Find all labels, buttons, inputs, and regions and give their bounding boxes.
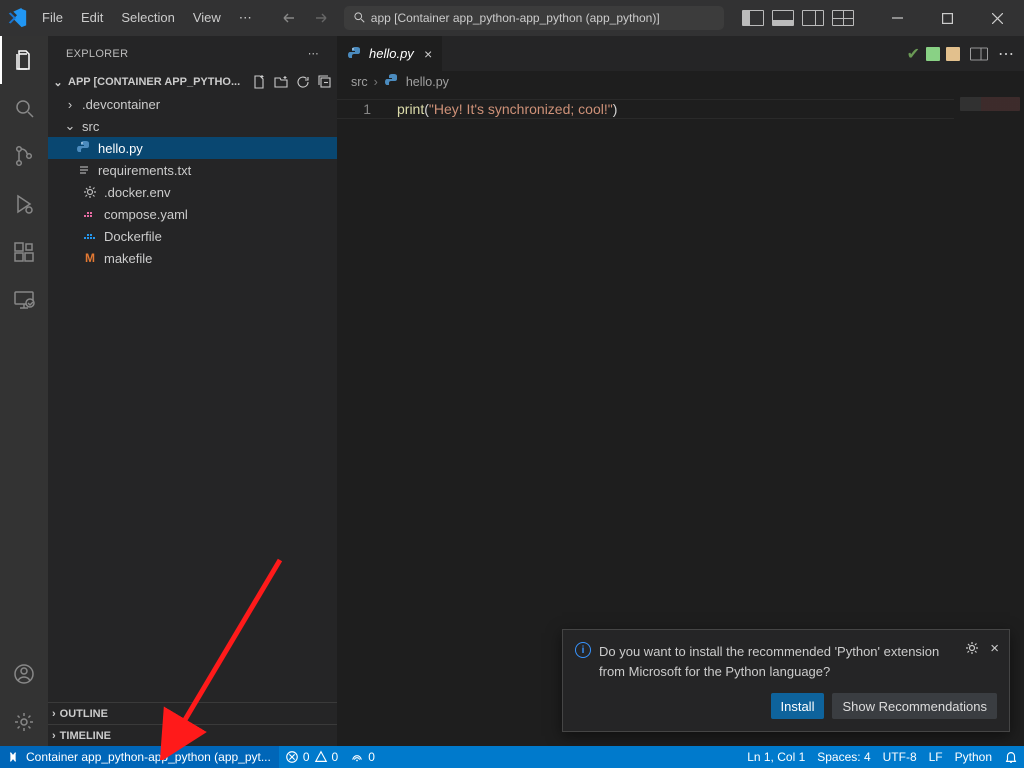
title-bar: File Edit Selection View ⋯ app [Containe… (0, 0, 1024, 36)
vscode-logo-icon (0, 7, 34, 29)
folder-src[interactable]: ⌄ src (48, 115, 337, 137)
status-bar: Container app_python-app_python (app_pyt… (0, 746, 1024, 768)
status-problems[interactable]: 0 0 (279, 746, 344, 768)
text-file-icon (76, 162, 92, 178)
activity-extensions-icon[interactable] (0, 228, 48, 276)
tab-hello-py[interactable]: hello.py × (337, 36, 443, 71)
gear-file-icon (82, 184, 98, 200)
breadcrumbs[interactable]: src › hello.py (337, 71, 1024, 93)
split-editor-icon[interactable] (970, 47, 988, 60)
makefile-icon: M (82, 250, 98, 266)
chevron-right-icon: › (64, 97, 76, 112)
activity-bar (0, 36, 48, 746)
refresh-icon[interactable] (295, 74, 311, 90)
toggle-panel-bottom-icon[interactable] (772, 10, 794, 26)
minimap[interactable] (960, 97, 1020, 111)
install-button[interactable]: Install (771, 693, 825, 719)
chevron-down-icon: ⌄ (52, 76, 64, 89)
notification-toast: × i Do you want to install the recommend… (562, 629, 1010, 732)
tab-label: hello.py (369, 46, 414, 61)
status-language[interactable]: Python (949, 746, 998, 768)
activity-run-icon[interactable] (0, 180, 48, 228)
close-icon[interactable]: × (990, 640, 999, 661)
new-folder-icon[interactable] (273, 74, 289, 90)
show-recommendations-button[interactable]: Show Recommendations (832, 693, 997, 719)
timeline-section[interactable]: › TIMELINE (48, 724, 337, 746)
search-icon (353, 11, 365, 26)
activity-manage-icon[interactable] (0, 698, 48, 746)
menu-view[interactable]: View (185, 6, 229, 30)
explorer-folder-header[interactable]: ⌄ APP [CONTAINER APP_PYTHO... (48, 71, 337, 93)
chevron-right-icon: › (52, 730, 56, 742)
breadcrumb-file[interactable]: hello.py (406, 75, 449, 89)
new-file-icon[interactable] (251, 74, 267, 90)
window-close-icon[interactable] (974, 0, 1020, 36)
remote-indicator[interactable]: Container app_python-app_python (app_pyt… (0, 746, 279, 768)
docker-file-icon (82, 228, 98, 244)
status-notifications-icon[interactable] (998, 746, 1024, 768)
compare-icon[interactable] (946, 47, 960, 61)
python-file-icon (76, 140, 92, 156)
menu-edit[interactable]: Edit (73, 6, 111, 30)
nav-back-icon[interactable] (278, 7, 300, 29)
menu-selection[interactable]: Selection (113, 6, 182, 30)
command-center[interactable]: app [Container app_python-app_python (ap… (344, 6, 724, 30)
window-maximize-icon[interactable] (924, 0, 970, 36)
notification-message: Do you want to install the recommended '… (599, 642, 997, 681)
menu-more-icon[interactable]: ⋯ (231, 6, 260, 30)
folder-devcontainer[interactable]: › .devcontainer (48, 93, 337, 115)
file-compose[interactable]: compose.yaml (48, 203, 337, 225)
status-ports[interactable]: 0 (344, 746, 381, 768)
toggle-panel-right-icon[interactable] (802, 10, 824, 26)
run-file-icon[interactable] (926, 47, 940, 61)
activity-source-control-icon[interactable] (0, 132, 48, 180)
nav-forward-icon[interactable] (310, 7, 332, 29)
app-menu: File Edit Selection View ⋯ (34, 6, 260, 30)
activity-accounts-icon[interactable] (0, 650, 48, 698)
python-file-icon (347, 46, 363, 62)
file-makefile[interactable]: M makefile (48, 247, 337, 269)
activity-remote-explorer-icon[interactable] (0, 276, 48, 324)
status-eol[interactable]: LF (923, 746, 949, 768)
file-dockerfile[interactable]: Dockerfile (48, 225, 337, 247)
tab-close-icon[interactable]: × (424, 46, 432, 62)
sidebar-header: EXPLORER ⋯ (48, 36, 337, 71)
code-line-1: print("Hey! It's synchronized; cool!") (397, 99, 617, 119)
sidebar: EXPLORER ⋯ ⌄ APP [CONTAINER APP_PYTHO...… (48, 36, 337, 746)
menu-file[interactable]: File (34, 6, 71, 30)
file-requirements[interactable]: requirements.txt (48, 159, 337, 181)
info-icon: i (575, 642, 591, 658)
file-docker-env[interactable]: .docker.env (48, 181, 337, 203)
customize-layout-icon[interactable] (832, 10, 854, 26)
chevron-down-icon: ⌄ (64, 118, 76, 134)
project-name: APP [CONTAINER APP_PYTHO... (68, 76, 247, 88)
editor-more-icon[interactable]: ⋯ (998, 44, 1014, 64)
command-center-text: app [Container app_python-app_python (ap… (371, 11, 660, 25)
file-hello-py[interactable]: hello.py (48, 137, 337, 159)
remote-icon (6, 750, 20, 764)
breadcrumb-src[interactable]: src (351, 75, 368, 89)
ports-icon (350, 750, 364, 764)
file-tree: › .devcontainer ⌄ src hello.py requireme… (48, 93, 337, 269)
trusted-check-icon[interactable]: ✔ (907, 44, 920, 64)
collapse-all-icon[interactable] (317, 74, 333, 90)
toggle-panel-left-icon[interactable] (742, 10, 764, 26)
status-indent[interactable]: Spaces: 4 (811, 746, 876, 768)
python-file-icon (384, 73, 400, 92)
chevron-right-icon: › (52, 708, 56, 720)
gear-icon[interactable] (964, 640, 980, 661)
tab-bar: hello.py × ✔ ⋯ (337, 36, 1024, 71)
outline-section[interactable]: › OUTLINE (48, 702, 337, 724)
chevron-right-icon: › (374, 75, 378, 89)
compose-file-icon (82, 206, 98, 222)
activity-search-icon[interactable] (0, 84, 48, 132)
activity-explorer-icon[interactable] (0, 36, 48, 84)
sidebar-title: EXPLORER (66, 48, 128, 60)
status-encoding[interactable]: UTF-8 (877, 746, 923, 768)
sidebar-more-icon[interactable]: ⋯ (308, 47, 319, 60)
line-number: 1 (337, 99, 389, 119)
window-minimize-icon[interactable] (874, 0, 920, 36)
status-cursor[interactable]: Ln 1, Col 1 (741, 746, 811, 768)
